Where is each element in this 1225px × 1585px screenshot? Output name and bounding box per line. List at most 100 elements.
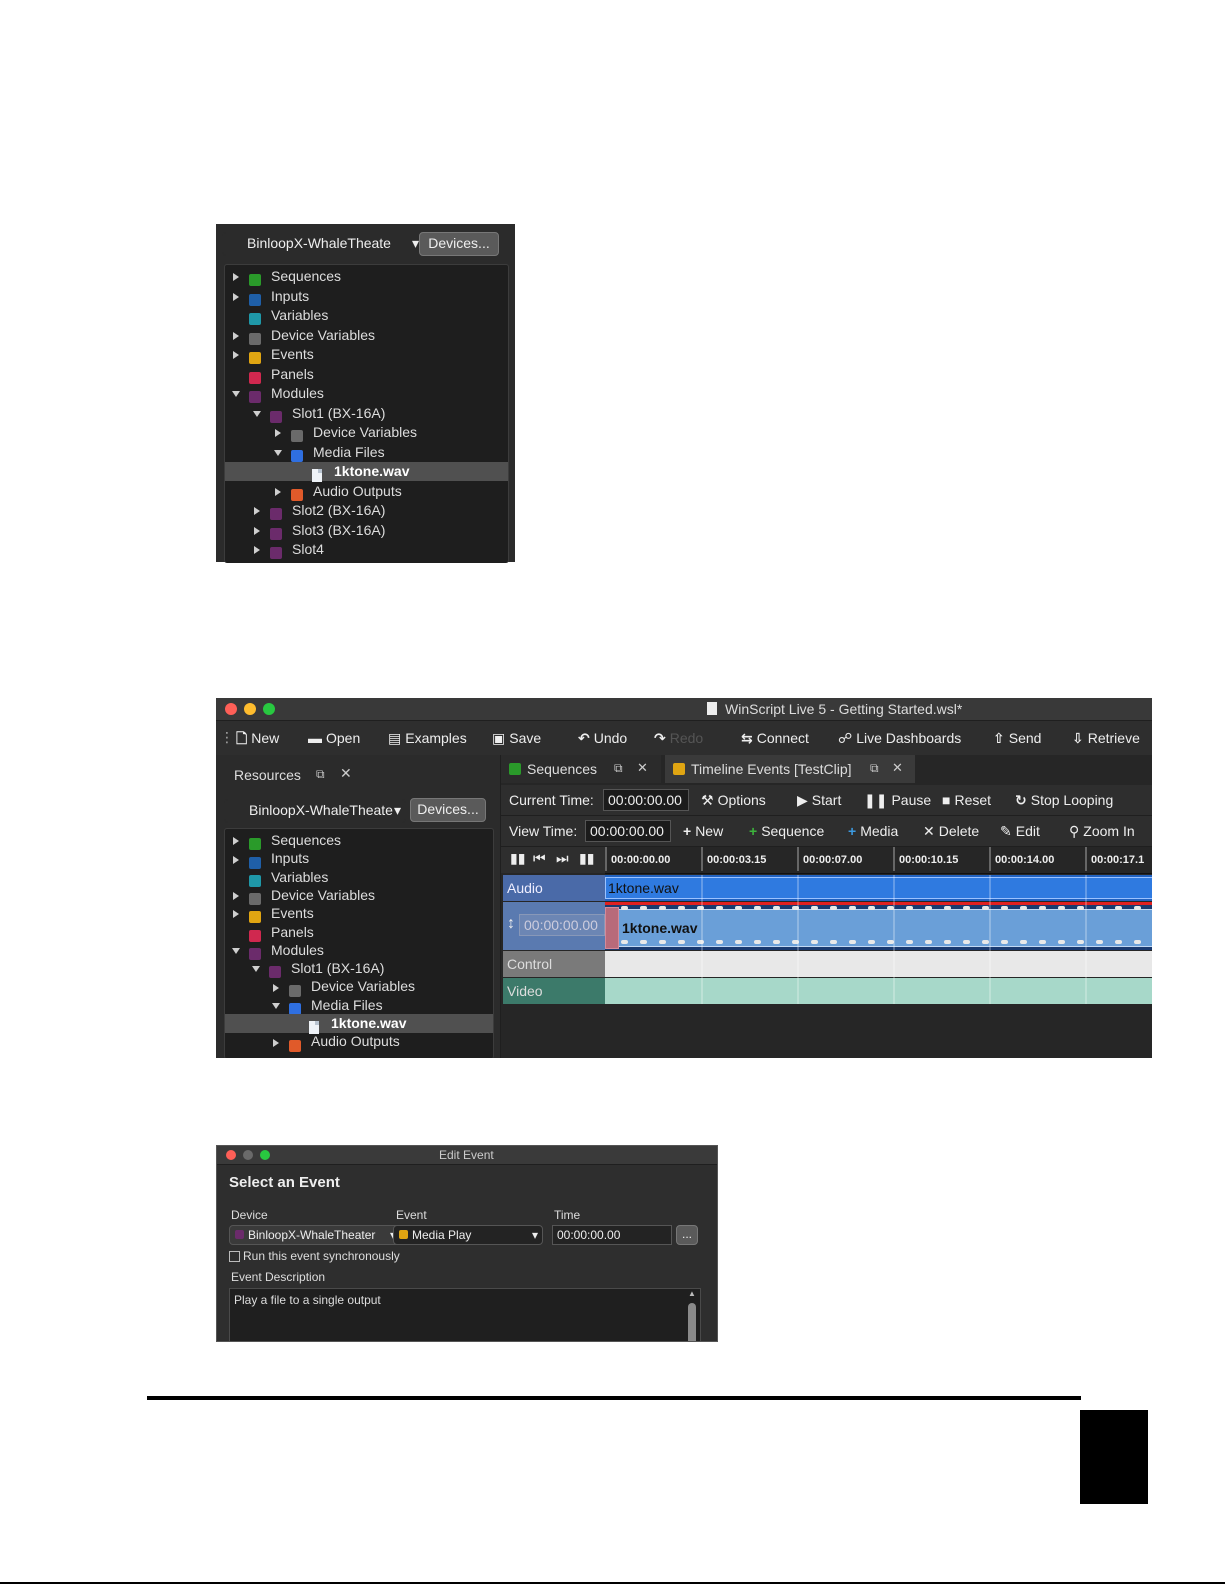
tree-item[interactable]: Slot1 (BX-16A) (225, 959, 493, 979)
event-select[interactable]: Media Play ▾ (393, 1225, 543, 1245)
expanded-arrow-icon[interactable] (271, 996, 281, 1015)
current-time-field[interactable]: 00:00:00.00 (603, 789, 689, 811)
collapsed-arrow-icon[interactable] (231, 326, 241, 345)
expanded-arrow-icon[interactable] (231, 384, 241, 403)
tree-item[interactable]: Slot3 (BX-16A) (225, 521, 508, 540)
device-select[interactable]: BinloopX-WhaleTheate ▾ (224, 799, 406, 823)
tree-item[interactable]: Sequences (225, 831, 493, 851)
examples-button[interactable]: ▤ Examples (388, 729, 467, 747)
pause-button[interactable]: ❚❚ Pause (864, 791, 931, 809)
resize-icon[interactable]: ↕ (507, 915, 515, 933)
connect-button[interactable]: ⇆ Connect (741, 729, 809, 747)
tree-item[interactable]: Slot4 (225, 540, 508, 560)
resource-tree[interactable]: Sequences Inputs Variables Device Variables… (224, 828, 494, 1058)
collapsed-arrow-icon[interactable] (231, 886, 241, 905)
stop-looping-button[interactable]: ↻ Stop Looping (1015, 791, 1113, 809)
save-button[interactable]: ▣ Save (492, 729, 541, 747)
close-window-button[interactable] (225, 703, 237, 715)
collapsed-arrow-icon[interactable] (273, 482, 283, 501)
track-header-video[interactable]: Video (503, 978, 605, 1004)
tree-item[interactable]: Audio Outputs (225, 1032, 493, 1052)
track-header-audio[interactable]: Audio (503, 875, 605, 901)
expanded-arrow-icon[interactable] (231, 941, 241, 960)
tree-item[interactable]: Slot2 (BX-16A) (225, 501, 508, 521)
sync-checkbox[interactable] (229, 1251, 240, 1262)
devices-button[interactable]: Devices... (419, 232, 499, 256)
new-event-button[interactable]: + New (683, 822, 723, 840)
scroll-up-icon[interactable]: ▲ (688, 1289, 696, 1298)
description-box[interactable]: Play a file to a single output ▲ (229, 1288, 701, 1341)
close-window-button[interactable] (226, 1150, 236, 1160)
close-tab-icon[interactable]: ✕ (637, 760, 648, 776)
tree-item[interactable]: Device Variables (225, 423, 508, 443)
sequence-button[interactable]: + Sequence (749, 822, 824, 840)
skip-forward-icon[interactable]: ⏭ (556, 850, 569, 867)
collapsed-arrow-icon[interactable] (231, 345, 241, 364)
maximize-window-button[interactable] (263, 703, 275, 715)
expanded-arrow-icon[interactable] (251, 959, 261, 978)
collapsed-arrow-icon[interactable] (252, 521, 262, 540)
minimize-window-button[interactable] (244, 703, 256, 715)
tree-item[interactable]: Sequences (225, 267, 508, 287)
tree-item[interactable]: Device Variables (225, 977, 493, 997)
float-panel-icon[interactable]: ⧉ (316, 767, 325, 782)
tree-item[interactable]: Events (225, 345, 508, 365)
skip-back-icon[interactable]: ⏮ (533, 850, 546, 867)
delete-button[interactable]: ✕ Delete (923, 822, 979, 840)
start-button[interactable]: ▶ Start (797, 791, 841, 809)
tree-item[interactable]: Audio Outputs (225, 482, 508, 501)
new-button[interactable]: 🗋 New (236, 729, 279, 747)
scroll-thumb[interactable] (688, 1303, 696, 1341)
collapsed-arrow-icon[interactable] (231, 287, 241, 306)
tree-item[interactable]: Slot1 (BX-16A) (225, 404, 508, 423)
collapsed-arrow-icon[interactable] (271, 977, 281, 996)
device-select[interactable]: BinloopX-WhaleTheater ▾ (229, 1225, 401, 1245)
collapsed-arrow-icon[interactable] (231, 849, 241, 868)
tree-item[interactable]: Panels (225, 365, 508, 384)
undo-button[interactable]: ↶ Undo (578, 729, 627, 747)
open-button[interactable]: ▬ Open (308, 729, 360, 747)
browse-button[interactable]: ... (676, 1225, 698, 1245)
tree-item[interactable]: Events (225, 904, 493, 924)
collapsed-arrow-icon[interactable] (252, 540, 262, 559)
reset-button[interactable]: ■ Reset (942, 791, 991, 809)
tree-item[interactable]: Modules (225, 941, 493, 961)
send-button[interactable]: ⇧ Send (993, 729, 1041, 747)
go-end-icon[interactable]: ▮▮ (579, 850, 594, 867)
tree-item[interactable]: Variables (225, 306, 508, 326)
description-scrollbar[interactable]: ▲ (686, 1289, 698, 1341)
track-header-control[interactable]: Control (503, 951, 605, 977)
timeline-ruler[interactable]: 00:00:00.00 00:00:03.15 00:00:07.00 00:00:1… (605, 847, 1152, 874)
edit-button[interactable]: ✎ Edit (1000, 822, 1040, 840)
collapsed-arrow-icon[interactable] (273, 423, 283, 442)
tree-item[interactable]: Inputs (225, 287, 508, 306)
resource-tree[interactable]: Sequences Inputs Variables Device Variables… (224, 264, 509, 563)
maximize-window-button[interactable] (260, 1150, 270, 1160)
time-field[interactable]: 00:00:00.00 (552, 1225, 672, 1245)
device-select[interactable]: BinloopX-WhaleTheate ▾ (222, 232, 426, 256)
collapsed-arrow-icon[interactable] (231, 831, 241, 850)
go-start-icon[interactable]: ▮▮ (510, 850, 525, 867)
live-dashboards-button[interactable]: ☍ Live Dashboards (838, 729, 961, 747)
tree-item[interactable]: Device Variables (225, 326, 508, 345)
redo-button[interactable]: ↷ Redo (654, 729, 703, 747)
tree-item[interactable]: Device Variables (225, 886, 493, 906)
close-panel-icon[interactable]: ✕ (340, 765, 352, 782)
tree-item[interactable]: 1ktone.wav (225, 1014, 493, 1034)
devices-button[interactable]: Devices... (410, 798, 486, 822)
close-tab-icon[interactable]: ✕ (892, 760, 903, 776)
collapsed-arrow-icon[interactable] (252, 501, 262, 520)
collapsed-arrow-icon[interactable] (271, 1032, 281, 1051)
media-button[interactable]: + Media (848, 822, 898, 840)
collapsed-arrow-icon[interactable] (231, 904, 241, 923)
float-tab-icon[interactable]: ⧉ (614, 761, 623, 776)
expanded-arrow-icon[interactable] (252, 404, 262, 423)
expanded-arrow-icon[interactable] (273, 443, 283, 462)
collapsed-arrow-icon[interactable] (231, 267, 241, 286)
tree-item[interactable]: Variables (225, 868, 493, 887)
tab-timeline-events[interactable]: Timeline Events [TestClip] ⧉ ✕ (665, 755, 915, 783)
tab-sequences[interactable]: Sequences ⧉ ✕ (501, 755, 661, 783)
tree-item[interactable]: Media Files (225, 443, 508, 462)
zoom-in-button[interactable]: ⚲ Zoom In (1069, 822, 1135, 840)
retrieve-button[interactable]: ⇩ Retrieve (1072, 729, 1140, 747)
